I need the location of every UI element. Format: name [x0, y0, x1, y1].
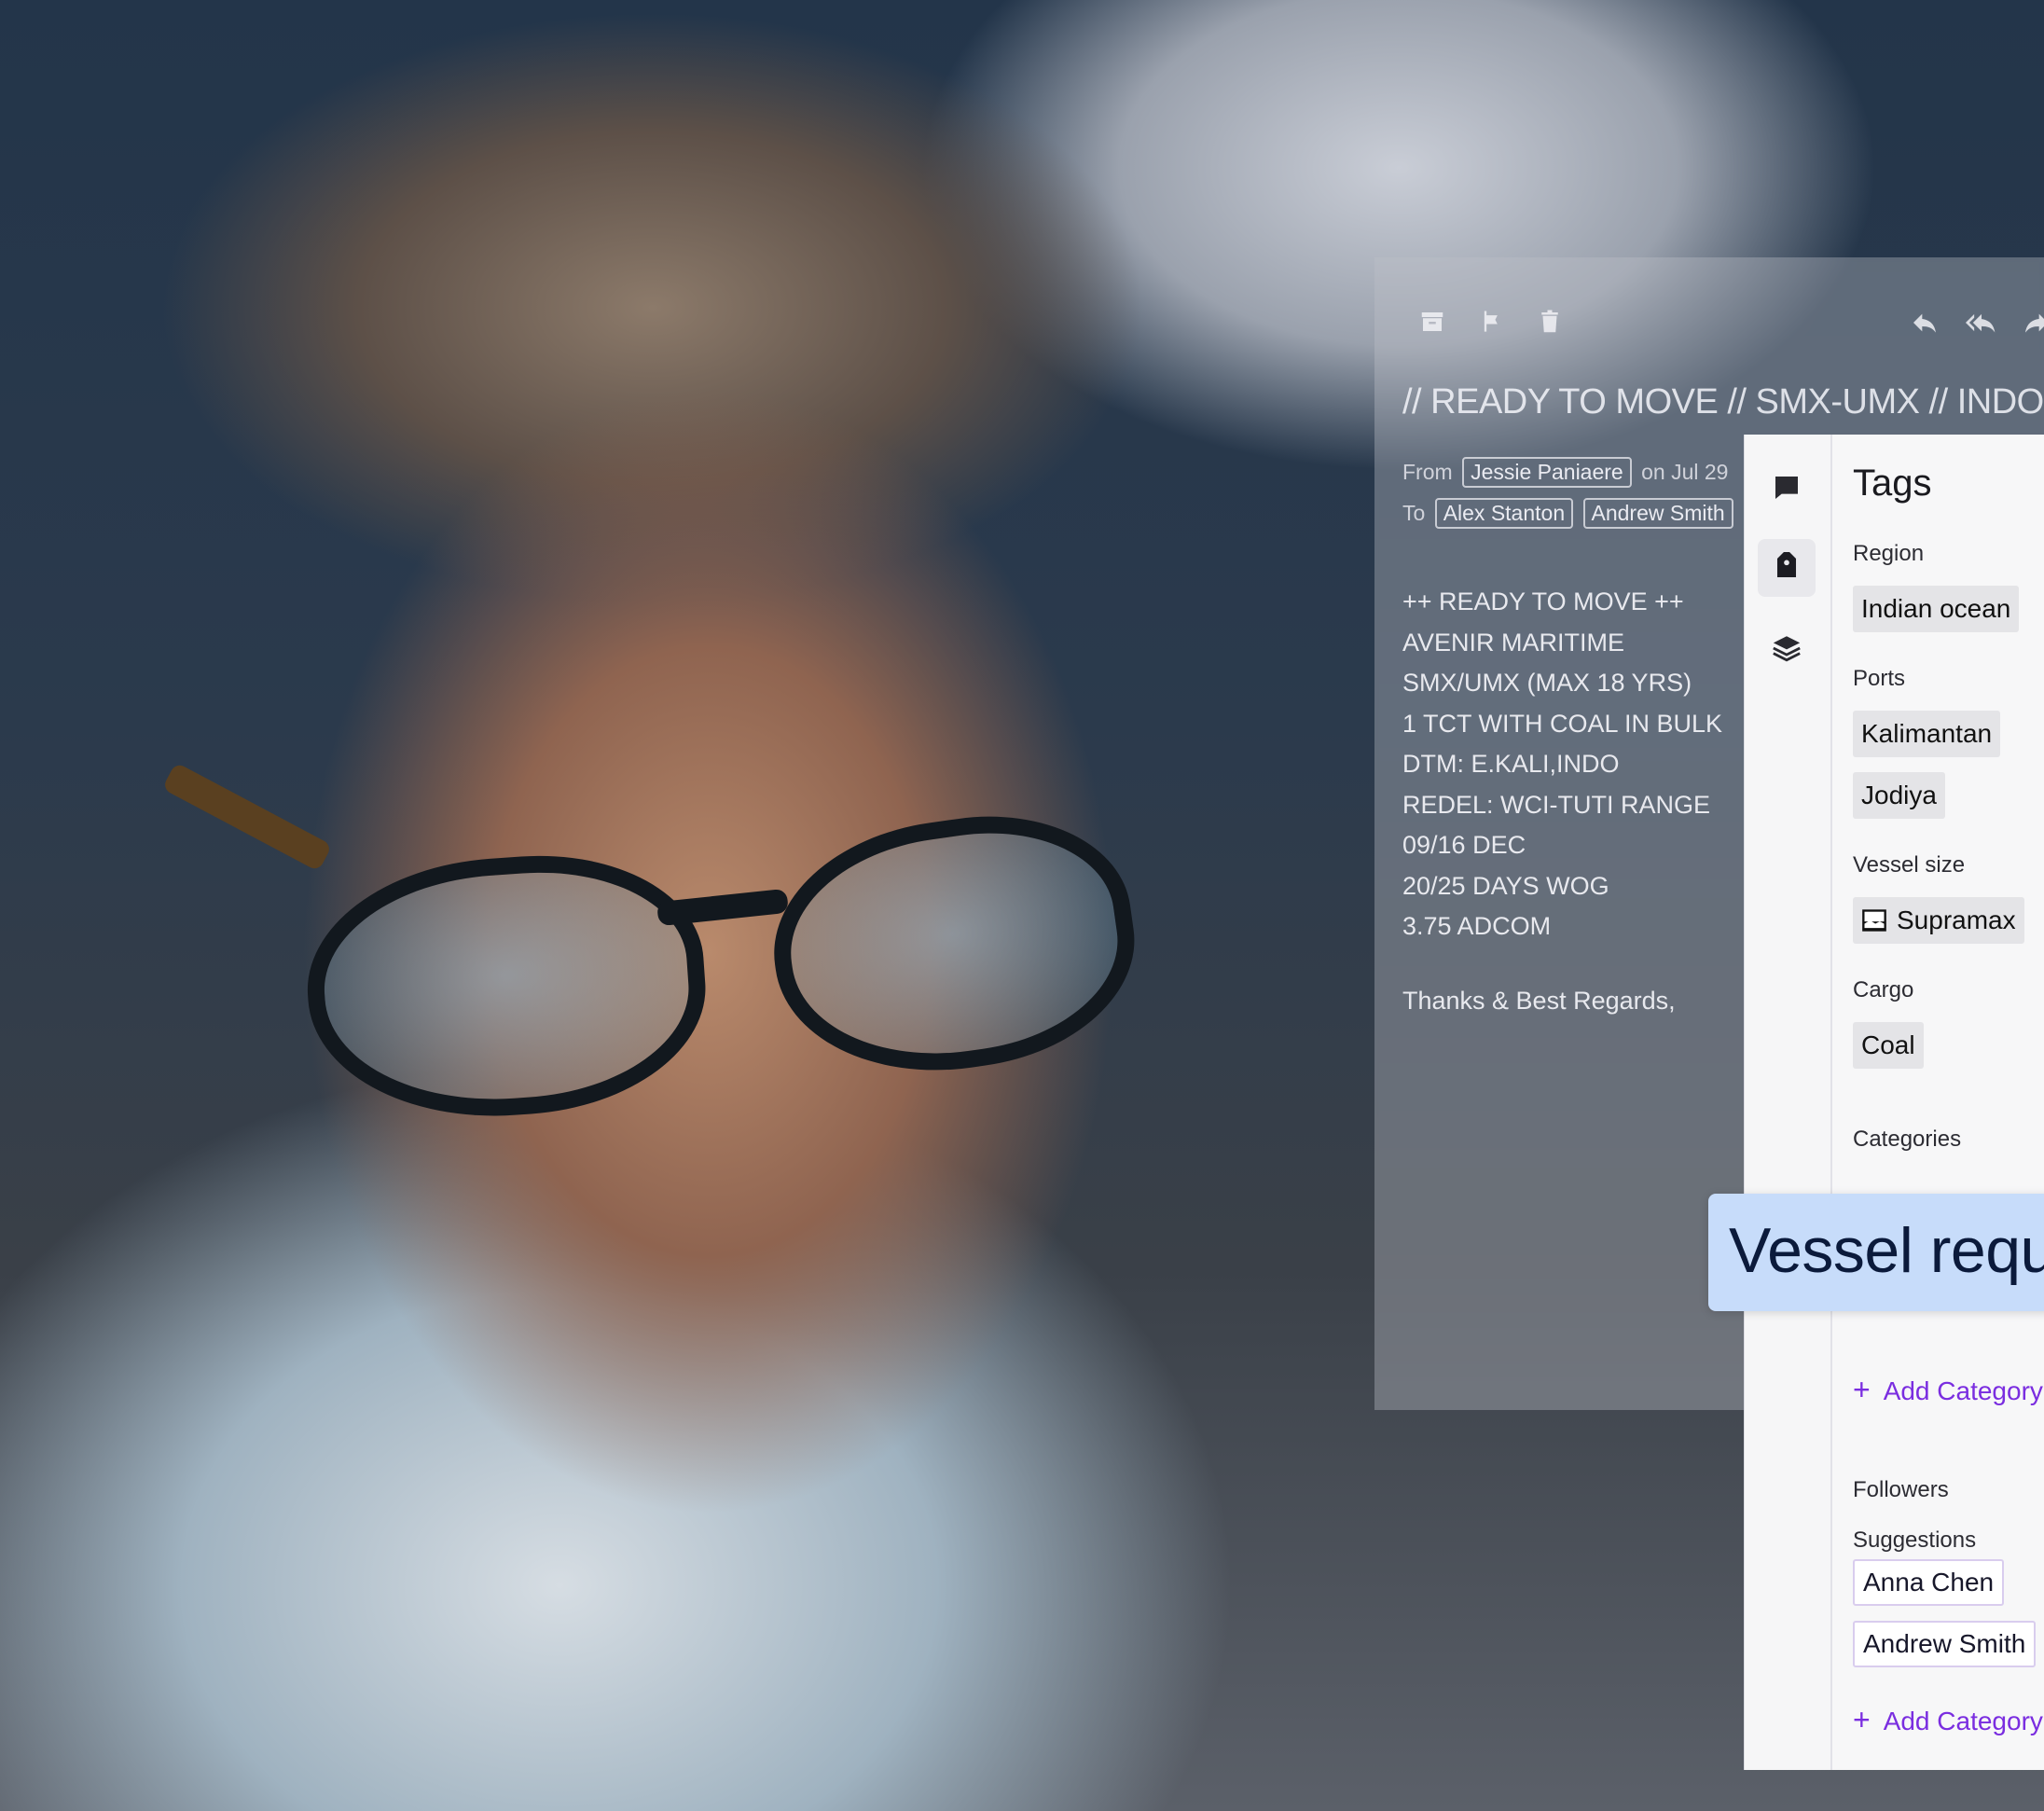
recipient-chip[interactable]: Alex Stanton [1434, 498, 1574, 529]
port-tag[interactable]: Kalimantan [1853, 711, 2001, 757]
followers-label: Followers [1853, 1477, 1949, 1502]
add-category-label: Add Category [1883, 1376, 2043, 1405]
email-date: on Jul 29 [1641, 460, 1729, 484]
add-category-link[interactable]: + Add Category [1853, 1373, 2043, 1407]
body-line: 20/25 DAYS WOG [1402, 871, 1609, 900]
body-line: REDEL: WCI-TUTI RANGE [1402, 790, 1711, 819]
vessel-request-banner: Vessel requ [1708, 1194, 2044, 1311]
email-to-row: To Alex Stanton Andrew Smith [1402, 498, 1737, 529]
reply-icon[interactable] [1910, 308, 1940, 338]
sender-chip[interactable]: Jessie Paniaere [1462, 457, 1632, 488]
flag-icon[interactable] [1477, 308, 1507, 338]
glasses-lens-left [298, 844, 714, 1129]
suggestion-chip[interactable]: Anna Chen [1853, 1559, 2005, 1606]
forward-icon[interactable] [2022, 308, 2044, 338]
tag-label: Jodiya [1861, 781, 1937, 809]
email-from-row: From Jessie Paniaere on Jul 29 [1402, 457, 1728, 488]
tag-label: Indian ocean [1861, 594, 2011, 623]
email-toolbar [1374, 308, 2044, 345]
banner-text: Vessel requ [1729, 1215, 2044, 1286]
tag-label: Anna Chen [1863, 1568, 1995, 1597]
panel-title: Tags [1853, 463, 1932, 504]
body-line: 09/16 DEC [1402, 831, 1526, 859]
recipient-chip[interactable]: Andrew Smith [1582, 498, 1733, 529]
suggestion-chip[interactable]: Andrew Smith [1853, 1621, 2037, 1667]
archive-icon[interactable] [1417, 308, 1447, 338]
email-subject: // READY TO MOVE // SMX-UMX // INDO [1402, 382, 2044, 422]
delete-icon[interactable] [1535, 308, 1565, 338]
plus-icon: + [1853, 1373, 1871, 1406]
tag-icon[interactable] [1758, 539, 1816, 597]
add-follower-label: Add Category [1883, 1707, 2043, 1735]
add-follower-link[interactable]: + Add Category [1853, 1703, 2043, 1737]
port-tag[interactable]: Jodiya [1853, 772, 1945, 819]
tags-side-panel: Tags Region Indian ocean Ports Kalimanta… [1744, 435, 2044, 1770]
ship-icon [1861, 908, 1887, 933]
side-rail [1745, 435, 1832, 1770]
reply-all-icon[interactable] [1966, 308, 1996, 338]
glasses-temple [161, 762, 333, 872]
body-line: 3.75 ADCOM [1402, 912, 1552, 940]
email-signoff: Thanks & Best Regards, [1402, 987, 1676, 1015]
suggestions-label: Suggestions [1853, 1528, 1977, 1553]
region-label: Region [1853, 541, 1925, 566]
body-line: 1 TCT WITH COAL IN BULK [1402, 709, 1723, 738]
tag-label: Andrew Smith [1863, 1629, 2026, 1658]
plus-icon: + [1853, 1703, 1871, 1736]
glasses-bridge [656, 888, 789, 927]
layers-icon[interactable] [1758, 619, 1816, 677]
vessel-size-label: Vessel size [1853, 852, 1966, 878]
vessel-size-tag[interactable]: Supramax [1853, 897, 2024, 944]
ports-label: Ports [1853, 666, 1906, 691]
to-label: To [1402, 501, 1426, 525]
email-body: ++ READY TO MOVE ++ AVENIR MARITIME SMX/… [1402, 582, 1722, 947]
body-line: DTM: E.KALI,INDO [1402, 750, 1620, 778]
region-tag[interactable]: Indian ocean [1853, 586, 2020, 632]
body-line: AVENIR MARITIME [1402, 628, 1625, 657]
from-label: From [1402, 460, 1453, 484]
glasses-lens-right [758, 796, 1150, 1093]
cargo-label: Cargo [1853, 977, 1914, 1002]
tag-label: Coal [1861, 1030, 1915, 1059]
comment-icon[interactable] [1758, 459, 1816, 517]
body-line: SMX/UMX (MAX 18 YRS) [1402, 669, 1692, 697]
cargo-tag[interactable]: Coal [1853, 1022, 1924, 1069]
categories-label: Categories [1853, 1127, 1962, 1152]
body-line: ++ READY TO MOVE ++ [1402, 588, 1684, 615]
tag-label: Supramax [1897, 906, 2016, 934]
tag-label: Kalimantan [1861, 719, 1993, 748]
